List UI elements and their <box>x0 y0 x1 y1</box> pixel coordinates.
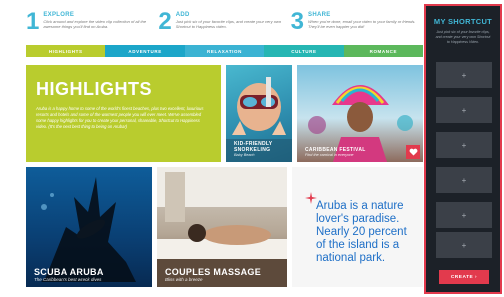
video-tile-scuba[interactable]: SCUBA ARUBA The Caribbean's best wreck d… <box>26 167 152 287</box>
step-add: 2 ADD Just pick six of your favorite cli… <box>158 10 290 44</box>
step-number: 2 <box>158 8 172 35</box>
tab-highlights[interactable]: HIGHLIGHTS <box>26 45 106 57</box>
add-icon: + <box>461 70 467 80</box>
step-body: ADD Just pick six of your favorite clips… <box>176 10 285 29</box>
tile-title: KID-FRIENDLY SNORKELING <box>234 141 273 153</box>
fact-text: Aruba is a nature lover's paradise. Near… <box>316 200 407 264</box>
shortcut-slot-5[interactable]: + <box>436 202 492 228</box>
shortcut-sidebar: MY SHORTCUT Just pick six of your favori… <box>424 4 502 294</box>
step-body: EXPLORE Click around and explore the vid… <box>43 10 152 29</box>
highlights-description: Aruba is a happy home to some of the wor… <box>36 106 204 129</box>
steps-header: 1 EXPLORE Click around and explore the v… <box>26 10 423 44</box>
shortcut-slot-6[interactable]: + <box>436 232 492 258</box>
step-description: Click around and explore the video clip … <box>43 19 147 29</box>
step-number: 3 <box>290 8 305 35</box>
step-number: 1 <box>26 8 40 35</box>
tile-title: COUPLES MASSAGE <box>165 267 262 277</box>
favorite-button[interactable] <box>406 145 420 159</box>
step-description: When you're done, email your video to yo… <box>308 19 416 29</box>
highlights-intro-tile: HIGHLIGHTS Aruba is a happy home to some… <box>26 65 221 162</box>
create-button[interactable]: CREATE › <box>439 270 489 284</box>
shortcut-slot-4[interactable]: + <box>436 167 492 193</box>
tile-subtitle: Find the carnival in everyone <box>305 153 354 157</box>
category-tabs: HIGHLIGHTS ADVENTURE RELAXATION CULTURE … <box>26 45 424 57</box>
shortcut-slot-1[interactable]: + <box>436 62 492 88</box>
step-title: ADD <box>175 12 190 18</box>
tile-caption: KID-FRIENDLY SNORKELING Baby Beach <box>234 141 292 157</box>
heart-icon <box>409 148 417 156</box>
tile-caption: CARIBBEAN FESTIVAL Find the carnival in … <box>305 147 366 157</box>
tab-relaxation[interactable]: RELAXATION <box>184 45 265 57</box>
sidebar-title: MY SHORTCUT <box>433 17 493 26</box>
add-icon: + <box>461 175 467 185</box>
tab-romance[interactable]: ROMANCE <box>343 45 424 57</box>
add-icon: + <box>461 140 467 150</box>
shortcut-slot-2[interactable]: + <box>436 97 492 123</box>
tile-subtitle: Bliss with a breeze <box>165 277 203 282</box>
shortcut-slot-3[interactable]: + <box>436 132 492 158</box>
sidebar-description: Just pick six of your favorite clips, an… <box>435 30 491 44</box>
fact-tile: Aruba is a nature lover's paradise. Near… <box>292 167 423 287</box>
tile-title: SCUBA ARUBA <box>34 267 104 277</box>
tile-subtitle: Baby Beach <box>234 153 255 157</box>
video-tile-massage[interactable]: COUPLES MASSAGE Bliss with a breeze <box>157 167 287 287</box>
step-explore: 1 EXPLORE Click around and explore the v… <box>26 10 158 44</box>
video-tile-snorkeling[interactable]: KID-FRIENDLY SNORKELING Baby Beach <box>226 65 292 162</box>
add-icon: + <box>461 240 467 250</box>
step-description: Just pick six of your favorite clips, an… <box>175 19 282 29</box>
add-icon: + <box>461 105 467 115</box>
step-title: SHARE <box>308 12 331 18</box>
tab-adventure[interactable]: ADVENTURE <box>105 45 185 57</box>
tile-subtitle: The Caribbean's best wreck dives <box>34 277 102 282</box>
app-root: 1 EXPLORE Click around and explore the v… <box>0 0 504 297</box>
step-title: EXPLORE <box>43 12 75 18</box>
step-body: SHARE When you're done, email your video… <box>308 10 417 29</box>
tab-culture[interactable]: CULTURE <box>264 45 344 57</box>
add-icon: + <box>461 210 467 220</box>
tile-caption: SCUBA ARUBA The Caribbean's best wreck d… <box>34 267 104 282</box>
step-share: 3 SHARE When you're done, email your vid… <box>291 10 423 44</box>
video-tile-carnival[interactable]: CARIBBEAN FESTIVAL Find the carnival in … <box>297 65 423 162</box>
highlights-title: HIGHLIGHTS <box>36 79 152 99</box>
tile-caption: COUPLES MASSAGE Bliss with a breeze <box>165 267 261 282</box>
